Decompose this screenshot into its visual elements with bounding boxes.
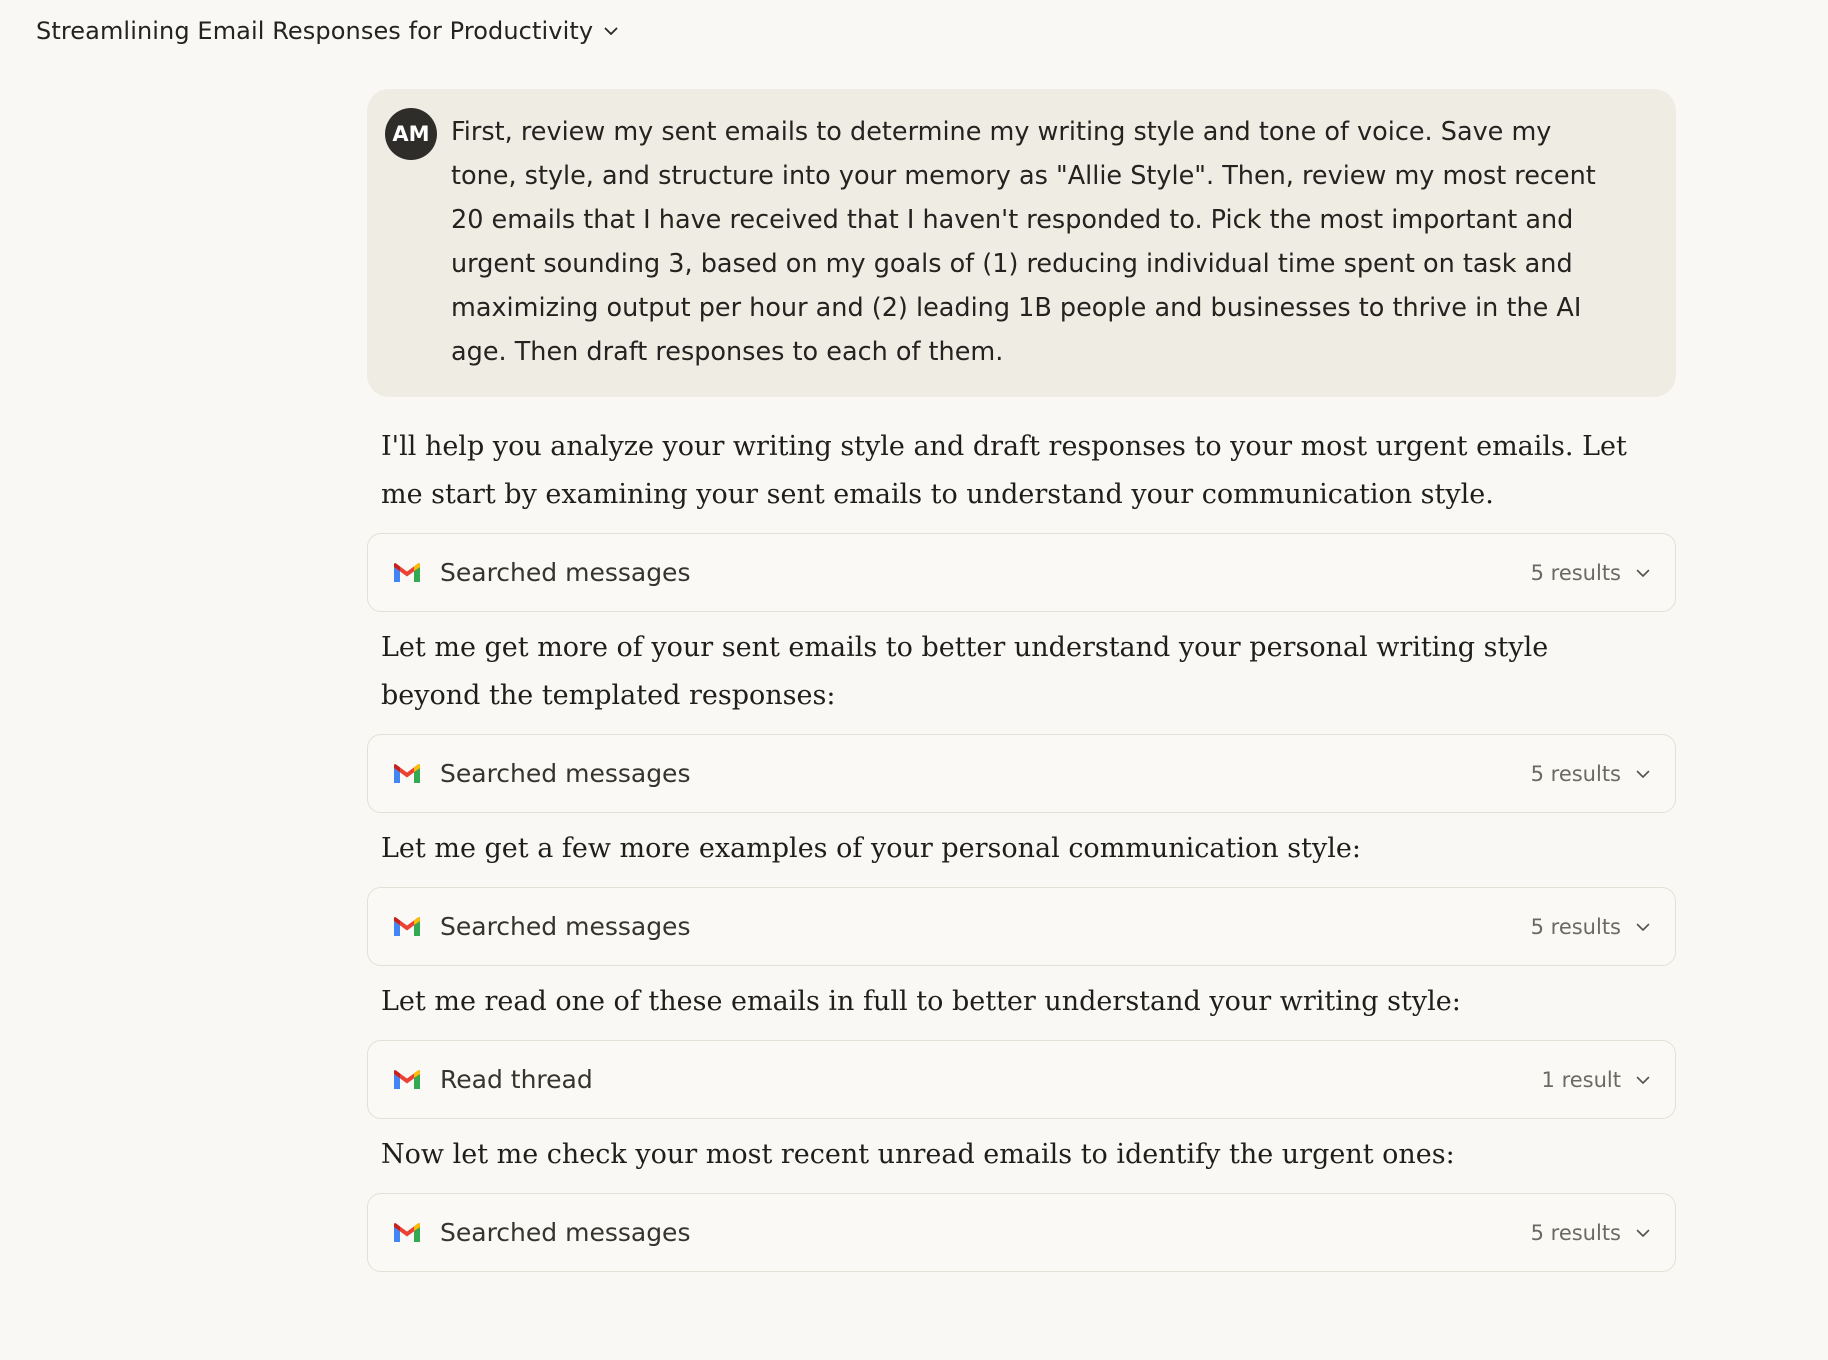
gmail-icon xyxy=(392,763,422,785)
tool-call-card[interactable]: Searched messages 5 results xyxy=(367,734,1676,813)
assistant-message: Let me get more of your sent emails to b… xyxy=(381,632,1549,711)
user-message: AM First, review my sent emails to deter… xyxy=(367,89,1676,397)
tool-call-card[interactable]: Searched messages 5 results xyxy=(367,533,1676,612)
gmail-icon xyxy=(392,562,422,584)
user-message-text: First, review my sent emails to determin… xyxy=(451,117,1596,367)
tool-call-label: Searched messages xyxy=(440,558,691,587)
tool-call-label: Searched messages xyxy=(440,912,691,941)
tool-result-count: 5 results xyxy=(1530,1220,1621,1245)
chevron-down-icon xyxy=(1633,764,1653,784)
conversation-title: Streamlining Email Responses for Product… xyxy=(36,17,594,45)
avatar: AM xyxy=(385,108,437,160)
gmail-icon xyxy=(392,1222,422,1244)
tool-result-count: 5 results xyxy=(1530,761,1621,786)
tool-result-count: 5 results xyxy=(1530,560,1621,585)
tool-call-label: Searched messages xyxy=(440,1218,691,1247)
conversation-thread: AM First, review my sent emails to deter… xyxy=(367,89,1676,1272)
chevron-down-icon xyxy=(1633,1070,1653,1090)
chevron-down-icon xyxy=(1633,1223,1653,1243)
assistant-message: Let me read one of these emails in full … xyxy=(381,986,1461,1017)
tool-call-card[interactable]: Searched messages 5 results xyxy=(367,887,1676,966)
assistant-message: Let me get a few more examples of your p… xyxy=(381,833,1361,864)
gmail-icon xyxy=(392,1069,422,1091)
chevron-down-icon xyxy=(1633,917,1653,937)
assistant-message: Now let me check your most recent unread… xyxy=(381,1139,1455,1170)
gmail-icon xyxy=(392,916,422,938)
tool-call-label: Searched messages xyxy=(440,759,691,788)
chevron-down-icon xyxy=(1633,563,1653,583)
conversation-title-button[interactable]: Streamlining Email Responses for Product… xyxy=(36,12,621,50)
assistant-message-intro: I'll help you analyze your writing style… xyxy=(381,431,1627,510)
chevron-down-icon xyxy=(601,21,621,41)
tool-call-card[interactable]: Searched messages 5 results xyxy=(367,1193,1676,1272)
tool-result-count: 1 result xyxy=(1541,1067,1621,1092)
tool-call-card[interactable]: Read thread 1 result xyxy=(367,1040,1676,1119)
tool-call-label: Read thread xyxy=(440,1065,593,1094)
tool-result-count: 5 results xyxy=(1530,914,1621,939)
